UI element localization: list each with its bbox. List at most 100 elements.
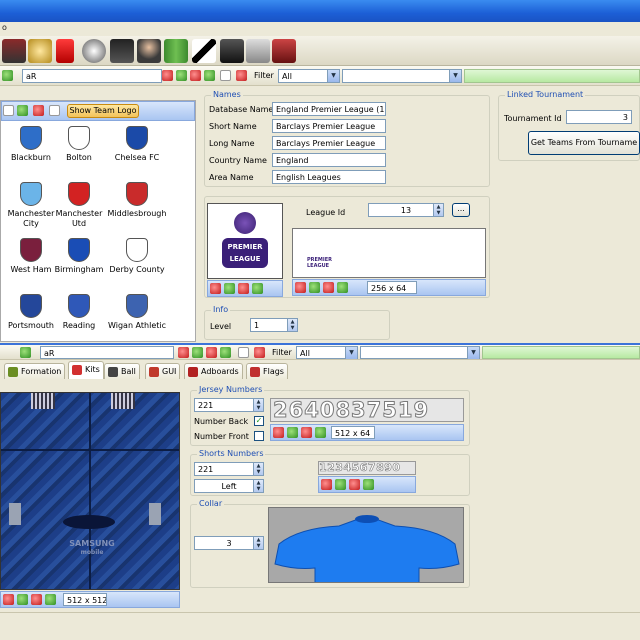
ball-icon[interactable] [82,39,106,63]
export-icon[interactable] [287,427,298,438]
export-icon[interactable] [17,594,28,605]
kit-texture-tools-bar: 512 x 512 [0,591,180,608]
team-item[interactable]: Reading [48,294,110,331]
remove-icon[interactable] [33,105,44,116]
short-name-field[interactable]: Barclays Premier League [272,119,386,133]
sportswear-logo-icon[interactable] [192,39,216,63]
import-icon[interactable] [178,347,189,358]
chevron-down-icon[interactable]: ▼ [327,70,339,82]
list-view-icon[interactable] [3,105,14,116]
player-face-icon[interactable] [137,39,161,63]
short-name-label: Short Name [209,122,257,131]
copy-icon[interactable] [301,427,312,438]
chevron-down-icon[interactable]: ▼ [449,70,461,82]
export-icon[interactable] [309,282,320,293]
pin-icon[interactable] [20,347,31,358]
tab-flags[interactable]: Flags [246,363,288,379]
pin-icon[interactable] [2,70,13,81]
page-icon[interactable] [49,105,60,116]
paste-icon[interactable] [204,70,215,81]
chevron-down-icon[interactable]: ▼ [467,347,479,359]
search-input[interactable]: aR [40,346,174,359]
copy-icon[interactable] [190,70,201,81]
tournament-id-field[interactable]: 3 [566,110,632,124]
level-field[interactable]: 1 ▲ ▼ [250,318,298,332]
team-item[interactable]: Manchester Utd [48,182,110,229]
tab-adboards[interactable]: Adboards [184,363,243,379]
team-item[interactable]: Bolton [48,126,110,163]
menu-item[interactable]: o [2,23,7,32]
paste-icon[interactable] [220,347,231,358]
team-item[interactable]: Derby County [106,238,168,275]
show-team-logo-button[interactable]: Show Team Logo [67,104,139,118]
shorts-number-spinner[interactable]: ▲ ▼ [253,463,263,475]
monitor-icon[interactable] [220,39,244,63]
filter-select[interactable]: All ▼ [296,346,358,359]
new-icon[interactable] [238,347,249,358]
new-icon[interactable] [220,70,231,81]
import-icon[interactable] [210,283,221,294]
import-icon[interactable] [3,594,14,605]
number-front-checkbox[interactable] [254,431,264,441]
get-teams-button[interactable]: Get Teams From Tourname [528,131,640,155]
export-icon[interactable] [224,283,235,294]
paste-icon[interactable] [363,479,374,490]
jersey-number-field[interactable]: 221 ▲ ▼ [194,398,264,412]
copy-icon[interactable] [238,283,249,294]
red-card-icon[interactable] [56,39,74,63]
paste-icon[interactable] [337,282,348,293]
league-id-field[interactable]: 13 ▲ ▼ [368,203,444,217]
import-icon[interactable] [273,427,284,438]
search-input[interactable]: aR [22,69,162,83]
level-spinner[interactable]: ▲ ▼ [287,319,297,331]
chevron-down-icon[interactable]: ▼ [345,347,357,359]
filter-select[interactable]: All ▼ [278,69,340,83]
paste-icon[interactable] [45,594,56,605]
shorts-side-spinner[interactable]: ▲ ▼ [253,480,263,492]
copy-icon[interactable] [31,594,42,605]
database-name-field[interactable]: England Premier League (1) [272,102,386,116]
jersey-numbers-title: Jersey Numbers [197,385,265,394]
stadium-icon[interactable] [2,39,26,63]
league-id-spinner[interactable]: ▲ ▼ [433,204,443,216]
pitch-icon[interactable] [164,39,188,63]
shorts-side-field[interactable]: Left ▲ ▼ [194,479,264,493]
long-name-field[interactable]: Barclays Premier League [272,136,386,150]
trophy-icon[interactable] [28,39,52,63]
copy-icon[interactable] [323,282,334,293]
tab-formation[interactable]: Formation [4,363,66,379]
paste-icon[interactable] [252,283,263,294]
filter-text-select[interactable]: ▼ [360,346,480,359]
team-item[interactable]: Birmingham [48,238,110,275]
collar-spinner[interactable]: ▲ ▼ [253,537,263,549]
tab-ball[interactable]: Ball [104,363,140,379]
tab-gui[interactable]: GUI [145,363,181,379]
collar-field[interactable]: 3 ▲ ▼ [194,536,264,550]
boots-icon[interactable] [110,39,134,63]
copy-icon[interactable] [349,479,360,490]
team-item[interactable]: Chelsea FC [106,126,168,163]
copy-icon[interactable] [206,347,217,358]
glove-icon[interactable] [246,39,270,63]
number-back-checkbox[interactable]: ✓ [254,416,264,426]
gloves-icon[interactable] [272,39,296,63]
area-name-field[interactable]: English Leagues [272,170,386,184]
jersey-number-spinner[interactable]: ▲ ▼ [253,399,263,411]
team-item[interactable]: Middlesbrough [106,182,168,219]
delete-icon[interactable] [254,347,265,358]
filter-text-select[interactable]: ▼ [342,69,462,83]
import-icon[interactable] [295,282,306,293]
country-name-field[interactable]: England [272,153,386,167]
browse-button[interactable]: ... [452,203,470,217]
import-icon[interactable] [321,479,332,490]
team-item[interactable]: Wigan Athletic [106,294,168,331]
paste-icon[interactable] [315,427,326,438]
import-icon[interactable] [162,70,173,81]
add-icon[interactable] [17,105,28,116]
export-icon[interactable] [335,479,346,490]
export-icon[interactable] [176,70,187,81]
export-icon[interactable] [192,347,203,358]
delete-icon[interactable] [236,70,247,81]
shorts-number-field[interactable]: 221 ▲ ▼ [194,462,264,476]
tab-kits[interactable]: Kits [68,361,104,379]
